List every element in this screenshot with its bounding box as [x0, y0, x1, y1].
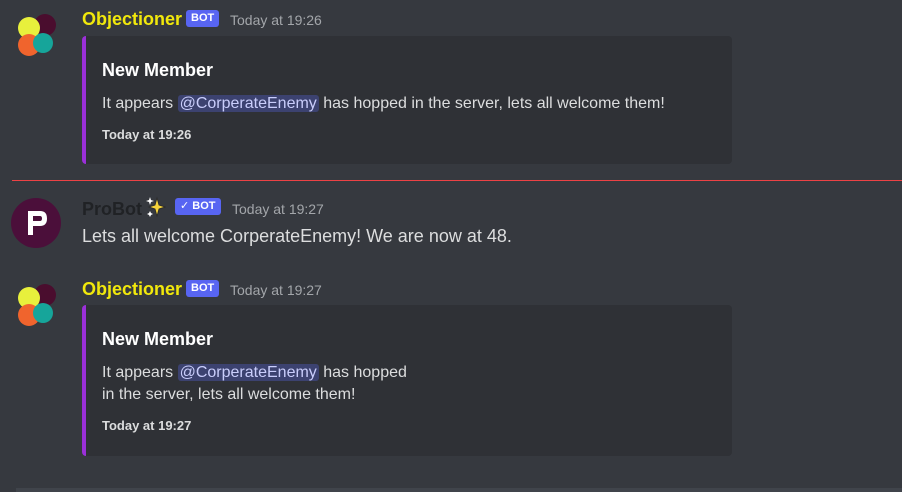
chat-input-edge [16, 488, 902, 492]
probot-avatar[interactable] [11, 198, 61, 248]
message-objectioner-2: Objectioner BOT Today at 19:27 New Membe… [0, 270, 902, 460]
user-mention[interactable]: @CorperateEnemy [177, 364, 319, 381]
author-name[interactable]: Objectioner [82, 8, 182, 30]
objectioner-avatar-image [18, 14, 56, 56]
embed-description-prefix: It appears [102, 95, 174, 112]
sparkles-icon [146, 196, 167, 218]
verified-bot-tag: ✓ BOT [175, 198, 221, 215]
objectioner-avatar[interactable] [12, 282, 60, 330]
author-name[interactable]: Objectioner [82, 278, 182, 300]
embed-description-prefix: It appears [102, 364, 174, 381]
bot-tag: BOT [186, 280, 220, 297]
message-content: Lets all welcome CorperateEnemy! We are … [82, 226, 512, 246]
message-timestamp: Today at 19:27 [230, 282, 322, 298]
embed-footer-timestamp: Today at 19:27 [102, 418, 192, 433]
welcome-embed: New Member It appears @CorperateEnemy ha… [82, 36, 732, 164]
objectioner-avatar[interactable] [12, 12, 60, 60]
embed-title: New Member [102, 60, 214, 80]
embed-description-suffix: has hopped in the server, lets all welco… [323, 95, 665, 112]
message-probot: ProBot ✓ BOT Today at 19:27 Lets all wel… [0, 190, 902, 260]
embed-description-line2: in the server, lets all welcome them! [102, 386, 356, 403]
author-name[interactable]: ProBot [82, 198, 142, 220]
welcome-embed: New Member It appears @CorperateEnemy ha… [82, 305, 732, 456]
objectioner-avatar-image [18, 284, 56, 326]
message-objectioner-1: Objectioner BOT Today at 19:26 New Membe… [0, 0, 902, 170]
probot-avatar-image [11, 198, 61, 248]
user-mention[interactable]: @CorperateEnemy [177, 95, 319, 112]
embed-title: New Member [102, 329, 214, 349]
embed-description: It appears @CorperateEnemy has hopped [102, 362, 407, 384]
embed-description: It appears @CorperateEnemy has hopped in… [102, 93, 665, 115]
message-timestamp: Today at 19:26 [230, 12, 322, 28]
embed-footer-timestamp: Today at 19:26 [102, 127, 192, 142]
bot-tag: BOT [186, 10, 220, 27]
new-messages-divider [12, 180, 902, 181]
message-timestamp: Today at 19:27 [232, 201, 324, 217]
embed-description-suffix: has hopped [323, 364, 407, 381]
